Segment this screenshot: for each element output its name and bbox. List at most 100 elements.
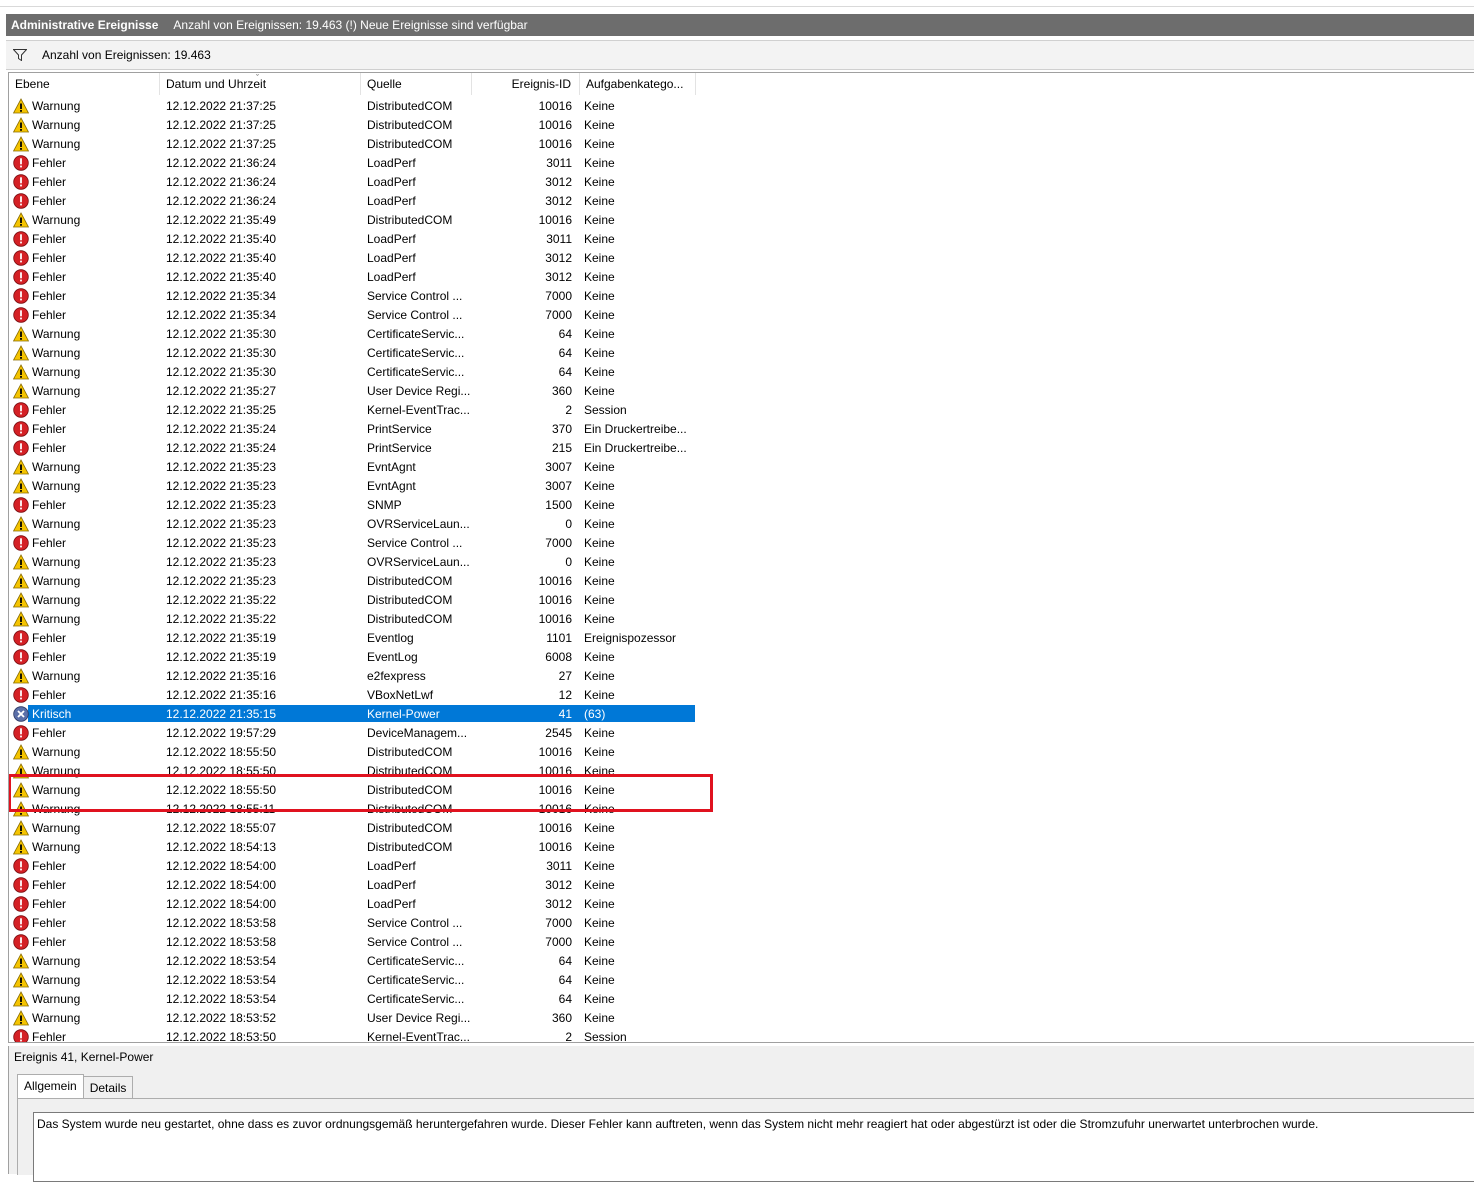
table-row[interactable]: Fehler 12.12.2022 21:35:16 VBoxNetLwf 12 Kei…: [9, 685, 1474, 704]
table-row[interactable]: Fehler 12.12.2022 21:35:24 PrintService 370…: [9, 419, 1474, 438]
table-row[interactable]: Fehler 12.12.2022 21:35:19 EventLog 6008 Kei…: [9, 647, 1474, 666]
table-row[interactable]: Fehler 12.12.2022 21:36:24 LoadPerf 3012 Kei…: [9, 172, 1474, 191]
event-message-box[interactable]: Das System wurde neu gestartet, ohne das…: [33, 1112, 1474, 1182]
level-label: Fehler: [32, 155, 67, 170]
table-row[interactable]: Fehler 12.12.2022 21:35:19 Eventlog 1101 Ere…: [9, 628, 1474, 647]
table-row[interactable]: Warnung 12.12.2022 18:53:54 CertificateSer…: [9, 989, 1474, 1008]
table-row[interactable]: Fehler 12.12.2022 18:54:00 LoadPerf 3012 Kei…: [9, 894, 1474, 913]
cell-event-id: 64: [558, 345, 572, 360]
level-label: Fehler: [32, 250, 67, 265]
table-row[interactable]: Warnung 12.12.2022 21:35:49 DistributedCOM…: [9, 210, 1474, 229]
view-header: Administrative Ereignisse Anzahl von Ere…: [6, 14, 1474, 36]
cell-task-category: Keine: [584, 136, 615, 151]
table-row[interactable]: Warnung 12.12.2022 18:54:13 DistributedCOM…: [9, 837, 1474, 856]
cell-task-category: Keine: [584, 782, 615, 797]
cell-source: DistributedCOM: [367, 98, 453, 113]
table-row[interactable]: Warnung 12.12.2022 21:37:25 DistributedCOM…: [9, 134, 1474, 153]
table-row[interactable]: Warnung 12.12.2022 18:53:54 CertificateSer…: [9, 951, 1474, 970]
cell-level: Fehler: [9, 648, 160, 665]
cell-date: 12.12.2022 21:35:19: [166, 630, 277, 645]
tab-allgemein[interactable]: Allgemein: [17, 1074, 84, 1098]
table-row[interactable]: Warnung 12.12.2022 18:55:11 DistributedCOM…: [9, 799, 1474, 818]
error-icon: [13, 154, 29, 171]
column-header-level[interactable]: Ebene: [9, 73, 160, 95]
table-row[interactable]: Warnung 12.12.2022 18:53:52 User Device Re…: [9, 1008, 1474, 1027]
table-row[interactable]: Fehler 12.12.2022 18:53:50 Kernel-EventTra…: [9, 1027, 1474, 1043]
table-row[interactable]: Warnung 12.12.2022 21:37:25 DistributedCOM…: [9, 115, 1474, 134]
table-row[interactable]: Warnung 12.12.2022 18:55:50 DistributedCOM…: [9, 780, 1474, 799]
warning-icon: [13, 211, 29, 227]
cell-event-id: 6008: [545, 649, 572, 664]
table-row[interactable]: Fehler 12.12.2022 21:36:24 LoadPerf 3012 Kei…: [9, 191, 1474, 210]
cell-event-id: 10016: [538, 839, 572, 854]
cell-source: Kernel-EventTrac...: [367, 1029, 470, 1043]
table-row[interactable]: Warnung 12.12.2022 21:35:23 EvntAgnt 3007 Ke…: [9, 457, 1474, 476]
cell-source: Service Control ...: [367, 915, 463, 930]
table-row[interactable]: Warnung 12.12.2022 21:37:25 DistributedCOM…: [9, 96, 1474, 115]
level-label: Fehler: [32, 231, 67, 246]
table-row[interactable]: Warnung 12.12.2022 18:55:07 DistributedCOM…: [9, 818, 1474, 837]
cell-event-id: 10016: [538, 98, 572, 113]
level-label: Warnung: [32, 364, 81, 379]
column-header-source[interactable]: Quelle: [361, 73, 472, 95]
cell-level: Fehler: [9, 534, 160, 551]
table-row[interactable]: Fehler 12.12.2022 21:35:25 Kernel-EventTra…: [9, 400, 1474, 419]
funnel-icon[interactable]: [13, 49, 27, 61]
table-row[interactable]: Warnung 12.12.2022 21:35:30 CertificateSer…: [9, 324, 1474, 343]
table-row[interactable]: Fehler 12.12.2022 21:35:34 Service Control…: [9, 286, 1474, 305]
table-row[interactable]: Warnung 12.12.2022 21:35:23 OVRServiceLaun…: [9, 514, 1474, 533]
level-label: Warnung: [32, 801, 81, 816]
table-row-selected[interactable]: Kritisch 12.12.2022 21:35:15 Kernel-Power 4…: [9, 704, 1474, 723]
table-row[interactable]: Fehler 12.12.2022 21:36:24 LoadPerf 3011 Kei…: [9, 153, 1474, 172]
cell-date: 12.12.2022 21:35:30: [166, 345, 277, 360]
cell-date: 12.12.2022 18:53:58: [166, 915, 277, 930]
table-row[interactable]: Fehler 12.12.2022 18:54:00 LoadPerf 3011 Kei…: [9, 856, 1474, 875]
cell-date: 12.12.2022 21:35:16: [166, 687, 277, 702]
warning-icon: [13, 838, 29, 854]
table-row[interactable]: Fehler 12.12.2022 21:35:40 LoadPerf 3012 Kei…: [9, 248, 1474, 267]
column-header-date[interactable]: ˇ Datum und Uhrzeit: [160, 73, 361, 95]
table-row[interactable]: Fehler 12.12.2022 18:53:58 Service Control…: [9, 932, 1474, 951]
cell-task-category: Keine: [584, 725, 615, 740]
table-row[interactable]: Warnung 12.12.2022 21:35:23 DistributedCOM…: [9, 571, 1474, 590]
cell-date: 12.12.2022 18:55:11: [166, 801, 276, 816]
table-row[interactable]: Fehler 12.12.2022 21:35:23 SNMP 1500 Keine: [9, 495, 1474, 514]
tab-details[interactable]: Details: [82, 1076, 134, 1099]
cell-date: 12.12.2022 18:53:54: [166, 972, 277, 987]
table-row[interactable]: Warnung 12.12.2022 21:35:30 CertificateSer…: [9, 343, 1474, 362]
error-icon: [13, 686, 29, 703]
cell-source: LoadPerf: [367, 174, 416, 189]
table-row[interactable]: Warnung 12.12.2022 21:35:23 EvntAgnt 3007 Ke…: [9, 476, 1474, 495]
table-row[interactable]: Warnung 12.12.2022 18:53:54 CertificateSer…: [9, 970, 1474, 989]
table-row[interactable]: Fehler 12.12.2022 21:35:23 Service Control…: [9, 533, 1474, 552]
warning-icon: [13, 800, 29, 816]
table-row[interactable]: Warnung 12.12.2022 18:55:50 DistributedCOM…: [9, 761, 1474, 780]
cell-source: Kernel-Power: [367, 706, 440, 721]
table-row[interactable]: Warnung 12.12.2022 21:35:27 User Device Re…: [9, 381, 1474, 400]
table-row[interactable]: Fehler 12.12.2022 18:54:00 LoadPerf 3012 Kei…: [9, 875, 1474, 894]
table-row[interactable]: Fehler 12.12.2022 21:35:24 PrintService 215…: [9, 438, 1474, 457]
cell-source: Kernel-EventTrac...: [367, 402, 470, 417]
table-row[interactable]: Fehler 12.12.2022 19:57:29 DeviceManagem..…: [9, 723, 1474, 742]
table-row[interactable]: Warnung 12.12.2022 18:55:50 DistributedCOM…: [9, 742, 1474, 761]
level-label: Warnung: [32, 573, 81, 588]
event-count-status: Anzahl von Ereignissen: 19.463 (!) Neue …: [173, 18, 528, 32]
cell-task-category: Ereignispozessor: [584, 630, 677, 645]
table-row[interactable]: Fehler 12.12.2022 21:35:34 Service Control…: [9, 305, 1474, 324]
table-row[interactable]: Warnung 12.12.2022 21:35:16 e2fexpress 27 Ke…: [9, 666, 1474, 685]
cell-level: Warnung: [9, 610, 160, 627]
column-header-task-category[interactable]: Aufgabenkatego...: [580, 73, 696, 95]
table-row[interactable]: Warnung 12.12.2022 21:35:23 OVRServiceLaun…: [9, 552, 1474, 571]
table-row[interactable]: Fehler 12.12.2022 21:35:40 LoadPerf 3011 Kei…: [9, 229, 1474, 248]
error-icon: [13, 876, 29, 893]
cell-level: Warnung: [9, 667, 160, 684]
table-row[interactable]: Fehler 12.12.2022 21:35:40 LoadPerf 3012 Kei…: [9, 267, 1474, 286]
table-row[interactable]: Warnung 12.12.2022 21:35:22 DistributedCOM…: [9, 590, 1474, 609]
level-label: Warnung: [32, 478, 81, 493]
column-header-event-id[interactable]: Ereignis-ID: [472, 73, 580, 95]
table-row[interactable]: Warnung 12.12.2022 21:35:30 CertificateSer…: [9, 362, 1474, 381]
cell-date: 12.12.2022 18:53:54: [166, 991, 277, 1006]
table-row[interactable]: Fehler 12.12.2022 18:53:58 Service Control…: [9, 913, 1474, 932]
event-list[interactable]: Ebene ˇ Datum und Uhrzeit Quelle Ereigni…: [8, 72, 1474, 1043]
table-row[interactable]: Warnung 12.12.2022 21:35:22 DistributedCOM…: [9, 609, 1474, 628]
